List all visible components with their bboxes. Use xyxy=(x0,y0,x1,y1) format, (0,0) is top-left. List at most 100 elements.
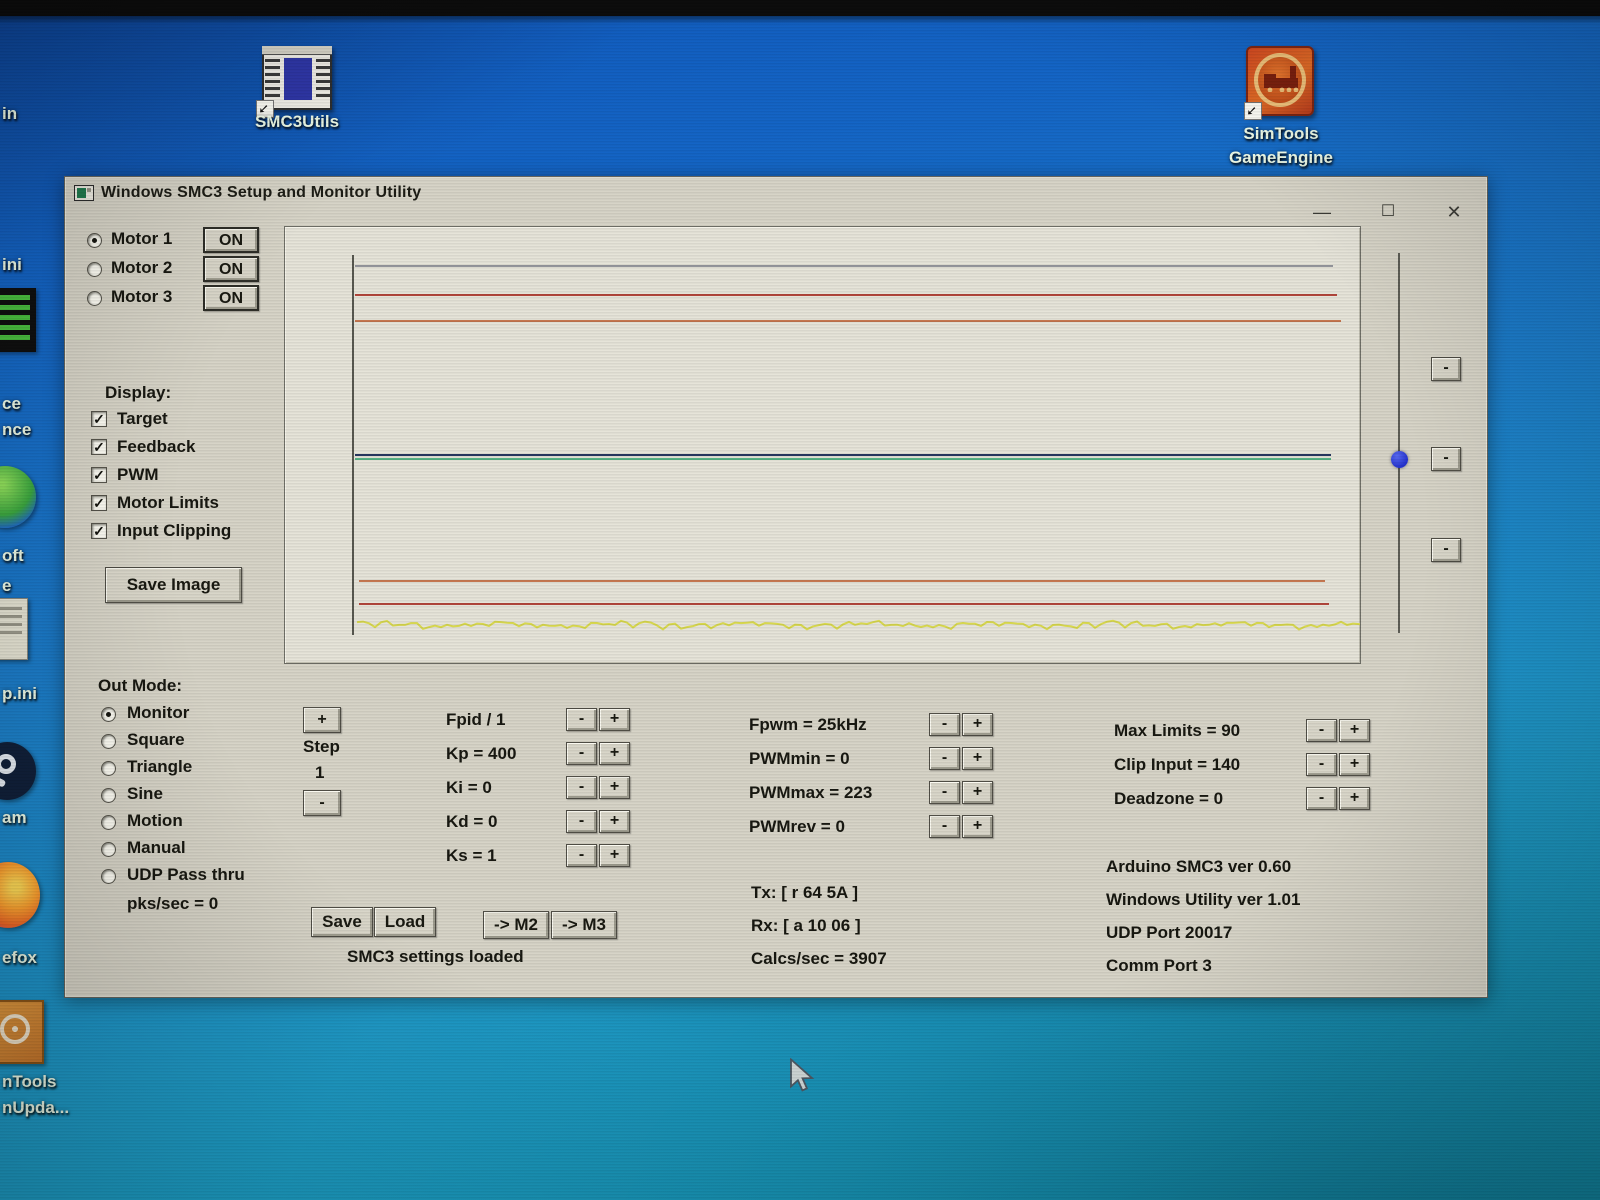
graph-side-button-1[interactable]: - xyxy=(1431,357,1461,381)
desktop-icon-label-simtools-2[interactable]: GameEngine xyxy=(1222,148,1340,168)
kd-plus-button[interactable]: + xyxy=(599,810,630,833)
partial-desktop-icon-simtools-updater[interactable] xyxy=(0,1000,44,1064)
graph-line-motor-limit-lower xyxy=(359,603,1329,605)
pwmrev-plus-button[interactable]: + xyxy=(962,815,993,838)
fpwm-plus-button[interactable]: + xyxy=(962,713,993,736)
checkbox-pwm-label: PWM xyxy=(117,465,159,485)
kp-label: Kp = 400 xyxy=(446,744,516,764)
radio-out-monitor[interactable] xyxy=(101,707,116,722)
desktop-icon-label-simtools-1[interactable]: SimTools xyxy=(1238,124,1324,144)
checkbox-motor-limits-label: Motor Limits xyxy=(117,493,219,513)
edge-icon-label[interactable]: nTools xyxy=(2,1072,56,1092)
close-button[interactable]: ✕ xyxy=(1437,199,1471,225)
edge-icon-label[interactable]: nce xyxy=(2,420,31,440)
radio-out-motion[interactable] xyxy=(101,815,116,830)
graph-side-button-3[interactable]: - xyxy=(1431,538,1461,562)
partial-desktop-icon[interactable] xyxy=(0,288,36,352)
comm-port-text: Comm Port 3 xyxy=(1106,956,1212,976)
edge-icon-label[interactable]: nUpda... xyxy=(2,1098,69,1118)
checkbox-pwm[interactable]: ✓ xyxy=(91,467,107,483)
clip-input-plus-button[interactable]: + xyxy=(1339,753,1370,776)
edge-icon-label[interactable]: oft xyxy=(2,546,24,566)
out-motion-label: Motion xyxy=(127,811,183,831)
pwmmax-plus-button[interactable]: + xyxy=(962,781,993,804)
graph-line-input-clip-lower xyxy=(359,580,1325,582)
ki-minus-button[interactable]: - xyxy=(566,776,597,799)
graph-scale-slider-track[interactable] xyxy=(1398,253,1400,633)
deadzone-minus-button[interactable]: - xyxy=(1306,787,1337,810)
motor-2-on-button[interactable]: ON xyxy=(203,256,259,282)
radio-out-manual[interactable] xyxy=(101,842,116,857)
kp-minus-button[interactable]: - xyxy=(566,742,597,765)
save-image-button[interactable]: Save Image xyxy=(105,567,242,603)
maximize-button[interactable]: ☐ xyxy=(1371,199,1405,225)
ks-plus-button[interactable]: + xyxy=(599,844,630,867)
arduino-version-text: Arduino SMC3 ver 0.60 xyxy=(1106,857,1291,877)
settings-status-text: SMC3 settings loaded xyxy=(347,947,524,967)
radio-out-triangle[interactable] xyxy=(101,761,116,776)
pwmrev-minus-button[interactable]: - xyxy=(929,815,960,838)
icon-line xyxy=(0,607,22,610)
ki-plus-button[interactable]: + xyxy=(599,776,630,799)
deadzone-plus-button[interactable]: + xyxy=(1339,787,1370,810)
clip-input-label: Clip Input = 140 xyxy=(1114,755,1240,775)
copy-to-m3-button[interactable]: -> M3 xyxy=(551,911,617,939)
graph-line-clip-gray-upper xyxy=(355,265,1333,267)
checkbox-feedback[interactable]: ✓ xyxy=(91,439,107,455)
kd-minus-button[interactable]: - xyxy=(566,810,597,833)
partial-desktop-icon-firefox[interactable] xyxy=(0,862,40,928)
checkbox-input-clipping-label: Input Clipping xyxy=(117,521,231,541)
fpid-plus-button[interactable]: + xyxy=(599,708,630,731)
max-limits-minus-button[interactable]: - xyxy=(1306,719,1337,742)
radio-motor-1[interactable] xyxy=(87,233,102,248)
edge-icon-label[interactable]: ce xyxy=(2,394,21,414)
pwmmin-minus-button[interactable]: - xyxy=(929,747,960,770)
clip-input-minus-button[interactable]: - xyxy=(1306,753,1337,776)
radio-out-udp[interactable] xyxy=(101,869,116,884)
radio-out-sine[interactable] xyxy=(101,788,116,803)
load-button[interactable]: Load xyxy=(374,907,436,937)
calcs-per-sec-readout: Calcs/sec = 3907 xyxy=(751,949,887,969)
edge-icon-label[interactable]: efox xyxy=(2,948,37,968)
edge-icon-label[interactable]: am xyxy=(2,808,27,828)
pwmmin-plus-button[interactable]: + xyxy=(962,747,993,770)
copy-to-m2-button[interactable]: -> M2 xyxy=(483,911,549,939)
edge-icon-label[interactable]: p.ini xyxy=(2,684,37,704)
motor-1-on-button[interactable]: ON xyxy=(203,227,259,253)
icon-rows xyxy=(316,59,330,101)
minimize-button[interactable]: — xyxy=(1305,199,1339,225)
desktop-icon-label-smc3utils[interactable]: SMC3Utils xyxy=(252,112,342,132)
step-plus-button[interactable]: + xyxy=(303,707,341,733)
monitor-bezel xyxy=(0,0,1600,16)
ks-minus-button[interactable]: - xyxy=(566,844,597,867)
radio-motor-3[interactable] xyxy=(87,291,102,306)
pwmmax-minus-button[interactable]: - xyxy=(929,781,960,804)
partial-desktop-icon-steam[interactable] xyxy=(0,742,36,800)
partial-desktop-icon-ini-file[interactable] xyxy=(0,598,28,660)
radio-motor-2[interactable] xyxy=(87,262,102,277)
save-button[interactable]: Save xyxy=(311,907,373,937)
edge-icon-label[interactable]: ini xyxy=(2,255,22,275)
train-icon xyxy=(1262,66,1302,92)
checkbox-target[interactable]: ✓ xyxy=(91,411,107,427)
motor-3-label: Motor 3 xyxy=(111,287,172,307)
graph-side-button-2[interactable]: - xyxy=(1431,447,1461,471)
kp-plus-button[interactable]: + xyxy=(599,742,630,765)
max-limits-plus-button[interactable]: + xyxy=(1339,719,1370,742)
titlebar[interactable]: Windows SMC3 Setup and Monitor Utility xyxy=(65,177,1487,211)
step-minus-button[interactable]: - xyxy=(303,790,341,816)
out-udp-label: UDP Pass thru xyxy=(127,865,245,885)
desktop-icon-simtools-gameengine[interactable] xyxy=(1246,46,1314,116)
fpwm-minus-button[interactable]: - xyxy=(929,713,960,736)
radio-out-square[interactable] xyxy=(101,734,116,749)
edge-icon-label[interactable]: in xyxy=(2,104,17,124)
edge-icon-label[interactable]: e xyxy=(2,576,11,596)
partial-desktop-icon-globe[interactable] xyxy=(0,466,36,528)
checkbox-input-clipping[interactable]: ✓ xyxy=(91,523,107,539)
graph-scale-slider-thumb[interactable] xyxy=(1391,451,1408,468)
icon-titlebar xyxy=(262,46,332,55)
checkbox-motor-limits[interactable]: ✓ xyxy=(91,495,107,511)
motor-3-on-button[interactable]: ON xyxy=(203,285,259,311)
desktop-icon-smc3utils[interactable] xyxy=(262,46,332,110)
fpid-minus-button[interactable]: - xyxy=(566,708,597,731)
